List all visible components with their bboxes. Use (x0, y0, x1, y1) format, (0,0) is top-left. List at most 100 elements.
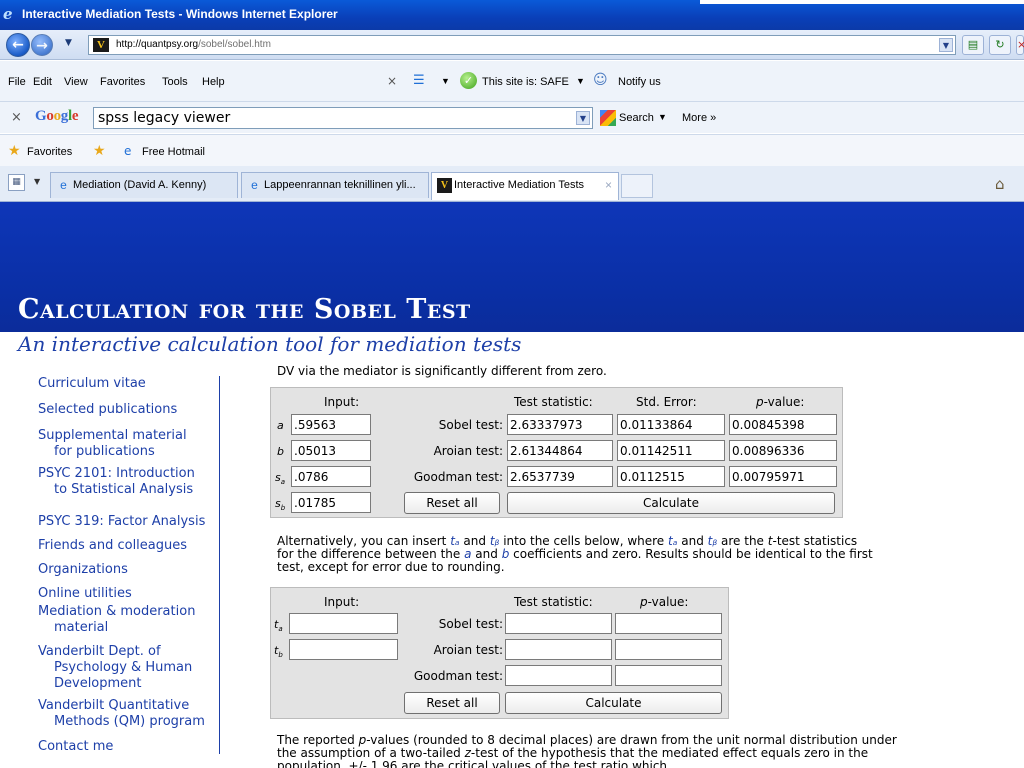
google-search-input[interactable] (98, 110, 568, 126)
tab-lappeenranta[interactable]: e Lappeenrannan teknillinen yli... (241, 172, 429, 198)
google-search-button[interactable]: Search (619, 112, 654, 124)
history-dropdown-icon[interactable]: ▼ (65, 38, 72, 48)
menu-edit[interactable]: Edit (33, 76, 52, 88)
aroian-test-label-2: Aroian test: (433, 643, 503, 657)
para1-text-b: into the cells below, where (503, 534, 665, 548)
tab-list-dropdown-icon[interactable]: ▼ (34, 177, 40, 186)
aroian-p-field-2[interactable] (615, 639, 722, 660)
home-icon[interactable]: ⌂ (995, 175, 1005, 193)
window-titlebar: e Interactive Mediation Tests - Windows … (0, 0, 1024, 30)
goodman-stat-field[interactable]: 2.6537739 (507, 466, 613, 487)
goodman-stat-field-2[interactable] (505, 665, 612, 686)
sobel-se-field[interactable]: 0.01133864 (617, 414, 725, 435)
refresh-button[interactable]: ↻ (989, 35, 1011, 55)
input-a-field[interactable]: .59563 (291, 414, 371, 435)
sidebar-item[interactable]: Mediation & moderation material (38, 604, 195, 636)
var-tb-label: tb (274, 644, 283, 660)
calculate-button[interactable]: Calculate (507, 492, 835, 514)
aroian-stat-field-2[interactable] (505, 639, 612, 660)
para1-text-a: Alternatively, you can insert (277, 534, 447, 548)
tab-mediation-kenny[interactable]: e Mediation (David A. Kenny) (50, 172, 238, 198)
url-text[interactable]: http://quantpsy.org/sobel/sobel.htm (116, 39, 271, 50)
menu-help[interactable]: Help (202, 76, 225, 88)
sidebar-item[interactable]: Organizations (38, 562, 128, 578)
menu-file[interactable]: File (8, 76, 26, 88)
safe-status[interactable]: This site is: SAFE (482, 76, 569, 88)
var-sa-label: sa (275, 471, 286, 487)
sidebar-item[interactable]: Supplemental material for publications (38, 428, 187, 460)
sidebar-item[interactable]: Friends and colleagues (38, 538, 187, 554)
sidebar-item-label: Methods (QM) program (54, 714, 205, 729)
google-close-icon[interactable]: × (11, 110, 22, 125)
sidebar-item-label: Selected publications (38, 402, 178, 417)
para1-text-d: -test (772, 534, 800, 548)
calculate-button-2[interactable]: Calculate (505, 692, 722, 714)
sidebar-item[interactable]: Online utilities (38, 586, 132, 602)
goodman-p-field-2[interactable] (615, 665, 722, 686)
para1-line2-b: coefficients and zero. Results should be (513, 547, 751, 561)
para1-b: b (501, 547, 510, 561)
back-button[interactable]: ← (6, 33, 30, 57)
url-path: /sobel/sobel.htm (198, 39, 271, 50)
quick-tabs-icon[interactable]: ▦ (8, 174, 25, 191)
sidebar-item[interactable]: Contact me (38, 739, 113, 755)
url-field[interactable]: V http://quantpsy.org/sobel/sobel.htm ▼ (88, 35, 956, 55)
sidebar-item[interactable]: Curriculum vitae (38, 376, 146, 392)
input-ta-field[interactable] (289, 613, 398, 634)
google-search-dropdown-icon[interactable]: ▼ (576, 111, 590, 125)
sidebar-item[interactable]: PSYC 319: Factor Analysis (38, 514, 205, 530)
google-search-icon[interactable] (600, 110, 616, 126)
sobel-stat-field-2[interactable] (505, 613, 612, 634)
sidebar-item[interactable]: Selected publications (38, 402, 177, 418)
wifi-icon[interactable]: ☰ (413, 73, 425, 88)
add-favorite-icon[interactable]: ★ (93, 143, 106, 159)
sidebar-item[interactable]: Vanderbilt Dept. of Psychology & Human Dev… (38, 644, 192, 692)
menu-favorites[interactable]: Favorites (100, 76, 145, 88)
aroian-se-field[interactable]: 0.01142511 (617, 440, 725, 461)
page-banner: Calculation for the Sobel Test (0, 202, 1024, 332)
stop-button[interactable]: × (1016, 35, 1024, 55)
goodman-p-field[interactable]: 0.00795971 (729, 466, 837, 487)
sobel-stat-field[interactable]: 2.63337973 (507, 414, 613, 435)
favorites-button[interactable]: Favorites (27, 146, 72, 158)
input-tb-field[interactable] (289, 639, 398, 660)
favorite-free-hotmail[interactable]: Free Hotmail (142, 146, 205, 158)
input-sb-field[interactable]: .01785 (291, 492, 371, 513)
sidebar-item[interactable]: PSYC 2101: Introduction to Statistical An… (38, 466, 195, 498)
safe-dropdown-icon[interactable]: ▼ (576, 76, 585, 86)
google-search-field[interactable]: ▼ (93, 107, 593, 129)
sidebar-item-label: Friends and colleagues (38, 538, 188, 553)
wifi-dropdown-icon[interactable]: ▼ (441, 76, 450, 86)
new-tab-button[interactable] (621, 174, 653, 198)
sobel-p-field-2[interactable] (615, 613, 722, 634)
menu-view[interactable]: View (64, 76, 88, 88)
tab-interactive-mediation[interactable]: V Interactive Mediation Tests × (431, 172, 619, 200)
notify-link[interactable]: Notify us (618, 76, 661, 88)
google-more-button[interactable]: More » (682, 112, 716, 124)
aroian-stat-field[interactable]: 2.61344864 (507, 440, 613, 461)
goodman-se-field[interactable]: 0.0112515 (617, 466, 725, 487)
input-b-field[interactable]: .05013 (291, 440, 371, 461)
favorites-star-icon[interactable]: ★ (8, 143, 21, 159)
toolbar-close-icon[interactable]: × (387, 74, 397, 88)
sidebar-item-label: for publications (54, 444, 155, 459)
reset-all-button[interactable]: Reset all (404, 492, 500, 514)
google-search-dropdown[interactable]: ▼ (658, 112, 667, 122)
sidebar-item-label: Mediation & moderation (38, 604, 196, 619)
forward-button[interactable]: → (31, 34, 53, 56)
url-dropdown-icon[interactable]: ▼ (939, 38, 953, 52)
ie-page-icon: e (251, 178, 258, 192)
tab-close-icon[interactable]: × (605, 178, 612, 192)
sidebar-item[interactable]: Vanderbilt Quantitative Methods (QM) prog… (38, 698, 205, 730)
alternative-instructions: Alternatively, you can insert tₐ and tᵦ … (277, 535, 877, 574)
var-ta-label: ta (274, 618, 283, 634)
menu-tools[interactable]: Tools (162, 76, 188, 88)
sobel-test-label: Sobel test: (438, 418, 503, 432)
reset-all-button-2[interactable]: Reset all (404, 692, 500, 714)
para1-ta-2: tₐ (668, 534, 678, 548)
input-sa-field[interactable]: .0786 (291, 466, 371, 487)
sidebar-item-label: Development (54, 676, 142, 691)
compat-view-button[interactable]: ▤ (962, 35, 984, 55)
aroian-p-field[interactable]: 0.00896336 (729, 440, 837, 461)
sobel-p-field[interactable]: 0.00845398 (729, 414, 837, 435)
